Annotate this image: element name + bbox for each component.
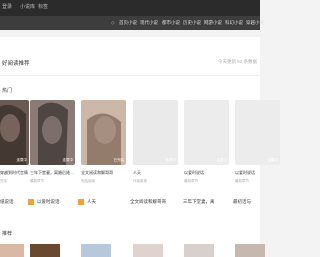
section-heading-recommend: 推荐: [2, 231, 13, 237]
tag-item[interactable]: 纸说话: [0, 199, 14, 205]
nav-item-scifi[interactable]: 科幻小说: [225, 20, 243, 26]
status-badge: 连载中: [216, 158, 228, 162]
top-bar: 登录 小说库 标签: [0, 0, 260, 16]
book-meta: 最新章节: [30, 179, 44, 183]
tag-item[interactable]: 最初活与: [233, 199, 251, 205]
panel-title: 好阅读推荐: [2, 61, 30, 67]
nav-item-history[interactable]: 历史小说: [183, 20, 201, 26]
book-card[interactable]: 连载中: [30, 100, 75, 165]
cover-image[interactable]: [30, 244, 60, 257]
book-title[interactable]: 以爱时说话: [235, 170, 255, 176]
tag-item[interactable]: 人天: [87, 199, 96, 205]
book-meta: 最新章节: [184, 179, 198, 183]
book-card[interactable]: 已完结: [81, 100, 126, 165]
cover-image: [0, 100, 29, 165]
tag-item[interactable]: 以爱时说话: [37, 199, 60, 205]
library-link[interactable]: 小说库: [20, 3, 35, 10]
status-badge: 连载中: [62, 158, 74, 162]
book-meta: 完结阅读: [81, 179, 95, 183]
nav-item-urban[interactable]: 都市小说: [162, 20, 180, 26]
cover-image[interactable]: [184, 244, 214, 257]
book-meta: 最新章节: [235, 179, 249, 183]
bullet-icon: ◇: [111, 20, 115, 25]
tags-link[interactable]: 标签: [38, 3, 48, 10]
tag-item[interactable]: 全文阅读和解哥哥: [130, 199, 166, 205]
status-badge: 已完结: [113, 158, 125, 162]
update-count: 今天更新 52 条数据: [217, 59, 257, 64]
nav-item-travel[interactable]: 穿越小说: [246, 20, 264, 26]
login-link[interactable]: 登录: [2, 3, 12, 10]
nav-item-modern[interactable]: 现代小说: [140, 20, 158, 26]
book-card[interactable]: 连载中: [235, 100, 280, 165]
section-heading-hot: 热门: [2, 88, 13, 94]
book-card[interactable]: 连载中: [0, 100, 29, 165]
cover-image: [30, 100, 75, 165]
cover-image[interactable]: [0, 244, 24, 257]
cover-image[interactable]: [81, 244, 111, 257]
divider: [0, 75, 260, 76]
book-meta: 完本: [0, 179, 7, 183]
cover-image: [81, 100, 126, 165]
book-meta: 作者某某: [133, 179, 147, 183]
book-title[interactable]: 以爱时说话: [184, 170, 204, 176]
status-badge: 连载中: [165, 158, 177, 162]
book-card[interactable]: 连载中: [184, 100, 229, 165]
book-title[interactable]: 穿越到时代言情: [0, 170, 28, 176]
cover-image[interactable]: [235, 244, 265, 257]
book-title[interactable]: 全文阅读和解哥哥: [81, 170, 113, 176]
nav-item-home[interactable]: 首页小说: [119, 20, 137, 26]
cover-image[interactable]: [133, 244, 163, 257]
book-card[interactable]: 连载中: [133, 100, 178, 165]
book-title[interactable]: 人天: [133, 170, 141, 176]
status-badge: 连载中: [16, 158, 28, 162]
tag-icon: [78, 199, 84, 205]
nav-item-game[interactable]: 网游小说: [204, 20, 222, 26]
tag-icon: [28, 199, 34, 205]
status-badge: 连载中: [267, 158, 279, 162]
tag-item[interactable]: 三年下堂妻，离: [183, 199, 215, 205]
book-title[interactable]: 三年下堂妻，离婚后她…: [30, 170, 74, 176]
category-nav: ◇ 首页小说 现代小说 都市小说 历史小说 网游小说 科幻小说 穿越小说: [0, 16, 264, 30]
